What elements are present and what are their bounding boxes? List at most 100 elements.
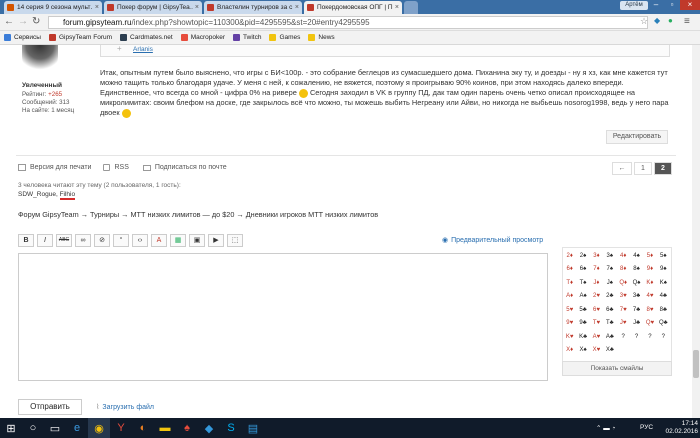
card-smiley[interactable]: 8♥ <box>643 303 656 317</box>
avatar[interactable] <box>22 45 58 75</box>
search-icon[interactable]: ○ <box>22 418 44 438</box>
media-button[interactable]: ▣ <box>189 234 205 247</box>
card-smiley[interactable]: J♣ <box>630 317 643 331</box>
bookmark-news[interactable]: News <box>308 34 335 41</box>
card-smiley[interactable]: A♣ <box>603 330 616 344</box>
card-smiley[interactable]: ? <box>657 330 670 344</box>
url-input[interactable]: forum.gipsyteam.ru/index.php?showtopic=1… <box>48 16 648 29</box>
subscribe-link[interactable]: Подписаться по почте <box>155 164 227 171</box>
forward-icon[interactable]: → <box>18 16 28 27</box>
card-smiley[interactable]: J♦ <box>590 276 603 290</box>
yandex-icon[interactable]: Y <box>110 418 132 438</box>
tab-3[interactable]: Властелин турниров за с… × <box>204 1 302 14</box>
card-smiley[interactable]: K♥ <box>563 330 576 344</box>
prev-page-button[interactable]: ← <box>612 162 632 175</box>
reader-link[interactable]: SDW_Rogue <box>18 191 56 198</box>
image-button[interactable]: ▦ <box>170 234 186 247</box>
bookmark-twitch[interactable]: Twitch <box>233 34 261 41</box>
card-smiley[interactable]: 9♥ <box>563 317 576 331</box>
link-button[interactable]: ∞ <box>75 234 91 247</box>
card-smiley[interactable]: J♠ <box>603 276 616 290</box>
start-icon[interactable]: ⊞ <box>0 418 22 438</box>
page-2-current[interactable]: 2 <box>654 162 672 175</box>
card-smiley[interactable]: T♣ <box>603 317 616 331</box>
bookmark-cardmates[interactable]: Cardmates.net <box>120 34 173 41</box>
card-smiley[interactable]: 5♥ <box>563 303 576 317</box>
tray-icons[interactable]: ⌃ ▬ ◔ <box>596 424 615 432</box>
bookmark-star-icon[interactable]: ☆ <box>640 16 648 27</box>
clock[interactable]: 17:14 02.02.2016 <box>665 420 698 436</box>
card-smiley[interactable]: X♣ <box>603 344 616 358</box>
card-smiley[interactable]: ? <box>630 330 643 344</box>
italic-button[interactable]: I <box>37 234 53 247</box>
card-smiley[interactable]: 4♦ <box>617 249 630 263</box>
card-smiley[interactable]: ? <box>643 330 656 344</box>
skype-icon[interactable]: S <box>220 418 242 438</box>
new-tab-button[interactable] <box>404 1 418 14</box>
back-icon[interactable]: ← <box>4 16 14 27</box>
edit-button[interactable]: Редактировать <box>606 130 668 144</box>
card-smiley[interactable]: Q♣ <box>657 317 670 331</box>
code-button[interactable]: ‹› <box>132 234 148 247</box>
card-smiley[interactable]: 6♠ <box>576 263 589 277</box>
card-smiley[interactable]: 4♠ <box>630 249 643 263</box>
card-smiley[interactable]: 9♦ <box>643 263 656 277</box>
card-smiley[interactable]: X♥ <box>590 344 603 358</box>
submit-button[interactable]: Отправить <box>18 399 82 415</box>
card-smiley[interactable]: 9♠ <box>657 263 670 277</box>
card-smiley[interactable]: X♦ <box>563 344 576 358</box>
card-smiley[interactable]: 5♦ <box>643 249 656 263</box>
show-smilies-button[interactable]: Показать смайлы <box>562 361 672 376</box>
close-icon[interactable]: × <box>95 4 99 11</box>
opera-icon[interactable]: ◐ <box>132 418 154 438</box>
profile-chip[interactable]: Артём <box>620 1 648 10</box>
minimize-icon[interactable]: – <box>648 0 664 10</box>
card-smiley[interactable]: 7♥ <box>617 303 630 317</box>
page-1-button[interactable]: 1 <box>634 162 652 175</box>
card-smiley[interactable]: 4♣ <box>657 290 670 304</box>
close-icon[interactable]: × <box>295 4 299 11</box>
card-smiley[interactable]: ? <box>617 330 630 344</box>
close-icon[interactable]: × <box>195 4 199 11</box>
page-scrollbar[interactable] <box>692 45 700 418</box>
card-smiley[interactable]: K♦ <box>643 276 656 290</box>
print-link[interactable]: Версия для печати <box>30 164 91 171</box>
bookmark-macropoker[interactable]: Macropoker <box>180 34 225 41</box>
card-smiley[interactable]: 2♠ <box>576 249 589 263</box>
reader-link[interactable]: Filhio <box>59 191 76 200</box>
bookmark-games[interactable]: Games <box>269 34 300 41</box>
card-smiley[interactable]: 2♣ <box>603 290 616 304</box>
close-icon[interactable]: × <box>395 4 399 11</box>
card-smiley[interactable]: 7♣ <box>630 303 643 317</box>
strike-button[interactable]: ABC <box>56 234 72 247</box>
extension-icon[interactable]: ◆ <box>654 16 660 25</box>
card-smiley[interactable]: 3♣ <box>630 290 643 304</box>
extension-icon-2[interactable]: ● <box>668 16 673 25</box>
card-smiley[interactable]: X♠ <box>576 344 589 358</box>
bookmark-services[interactable]: Сервисы <box>4 34 41 41</box>
language-indicator[interactable]: РУС <box>640 424 653 431</box>
card-smiley[interactable]: 2♥ <box>590 290 603 304</box>
card-smiley[interactable]: A♦ <box>563 290 576 304</box>
unlink-button[interactable]: ⊘ <box>94 234 110 247</box>
color-button[interactable]: A <box>151 234 167 247</box>
card-smiley[interactable]: 5♠ <box>657 249 670 263</box>
bookmark-gipsyteam[interactable]: GipsyTeam Forum <box>48 34 112 41</box>
card-smiley[interactable]: 3♠ <box>603 249 616 263</box>
card-smiley[interactable]: 4♥ <box>643 290 656 304</box>
tab-2[interactable]: Покер форум | GipsyTea… × <box>104 1 202 14</box>
card-smiley[interactable]: T♠ <box>576 276 589 290</box>
tab-1[interactable]: 14 серия 9 сезона мульт… × <box>4 1 102 14</box>
card-smiley[interactable]: 2♦ <box>563 249 576 263</box>
tab-4-active[interactable]: Покердомовская ОПГ | П… × <box>304 1 402 14</box>
card-smiley[interactable]: Q♠ <box>630 276 643 290</box>
spoiler-button[interactable]: ⬚ <box>227 234 243 247</box>
card-smiley[interactable]: T♦ <box>563 276 576 290</box>
card-smiley[interactable]: 8♣ <box>657 303 670 317</box>
card-smiley[interactable]: 8♦ <box>617 263 630 277</box>
scrollbar-thumb[interactable] <box>693 350 699 378</box>
card-smiley[interactable]: K♠ <box>657 276 670 290</box>
reload-icon[interactable]: ↻ <box>32 16 40 27</box>
card-smiley[interactable]: Q♥ <box>643 317 656 331</box>
card-smiley[interactable]: 7♦ <box>590 263 603 277</box>
